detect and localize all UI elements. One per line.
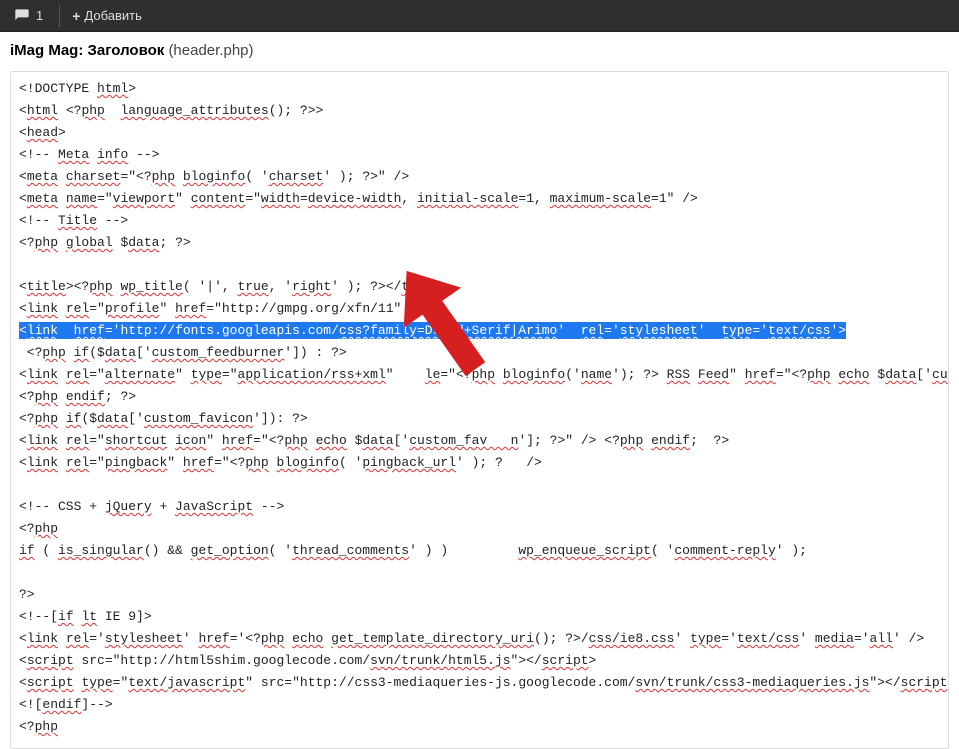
top-toolbar: 1 + Добавить: [0, 0, 959, 32]
code-editor[interactable]: <!DOCTYPE html> <html <?php language_att…: [11, 72, 948, 748]
page-title-bold: iMag Mag: Заголовок: [10, 42, 164, 59]
code-panel: <!DOCTYPE html> <html <?php language_att…: [10, 71, 949, 749]
page-title: iMag Mag: Заголовок (header.php): [0, 32, 959, 65]
page-title-file: (header.php): [168, 42, 253, 59]
add-button-label: Добавить: [84, 8, 141, 23]
comment-icon: [14, 8, 30, 24]
comment-count: 1: [36, 8, 43, 23]
plus-icon: +: [72, 8, 80, 24]
comments-button[interactable]: 1: [6, 4, 51, 28]
add-button[interactable]: + Добавить: [64, 4, 150, 28]
toolbar-divider: [59, 5, 60, 27]
